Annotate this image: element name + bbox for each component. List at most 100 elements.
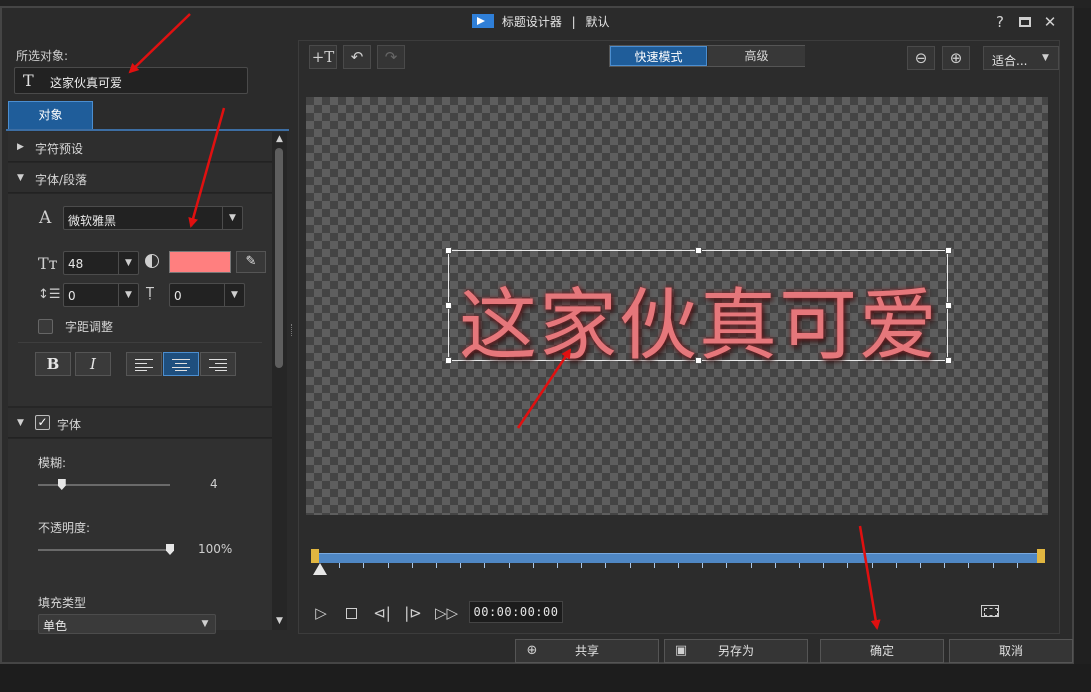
timeline-tick xyxy=(968,563,970,568)
host-app-bottom xyxy=(0,664,1091,692)
font-effect-checkbox[interactable]: ✓ xyxy=(35,415,50,430)
title-bar: 标题设计器 | 默认 ? ✕ xyxy=(2,8,1072,36)
line-spacing-select[interactable]: 0 ▼ xyxy=(63,283,139,307)
section-font-paragraph[interactable]: ▼ 字体/段落 xyxy=(8,163,272,193)
play-button[interactable]: ▷ xyxy=(311,603,331,623)
share-button[interactable]: ⊕ 共享 xyxy=(515,639,659,663)
timeline[interactable] xyxy=(311,549,1049,575)
resize-handle-s[interactable] xyxy=(695,357,702,364)
blur-slider-knob[interactable] xyxy=(57,479,66,490)
fill-type-select[interactable]: 单色 ▼ xyxy=(38,614,216,634)
section-char-preset[interactable]: ▶ 字符预设 xyxy=(8,132,272,162)
title-text-object[interactable]: 这家伙真可爱 xyxy=(445,247,952,371)
timeline-tick xyxy=(871,563,873,568)
align-right-button[interactable] xyxy=(200,352,236,376)
scroll-down-icon[interactable]: ▼ xyxy=(274,616,285,626)
insert-text-button[interactable]: +T xyxy=(309,45,337,69)
align-center-button[interactable] xyxy=(163,352,199,376)
align-left-button[interactable] xyxy=(126,352,162,376)
playhead[interactable] xyxy=(313,563,327,575)
next-frame-button[interactable]: |⊳ xyxy=(403,603,423,623)
eyedropper-icon: ✎ xyxy=(245,254,257,269)
resize-handle-w[interactable] xyxy=(445,302,452,309)
previous-frame-button[interactable]: ⊲| xyxy=(372,603,392,623)
scrollbar-thumb[interactable] xyxy=(275,148,283,368)
font-size-select[interactable]: 48 ▼ xyxy=(63,251,139,275)
zoom-in-icon: ⊕ xyxy=(949,49,963,67)
char-spacing-select[interactable]: 0 ▼ xyxy=(169,283,245,307)
timeline-tick xyxy=(484,563,486,568)
timecode-display[interactable]: 00:00:00:00 xyxy=(469,601,563,623)
safe-area-icon[interactable] xyxy=(981,605,999,617)
opacity-slider-knob[interactable] xyxy=(166,544,174,555)
stop-icon xyxy=(345,608,357,619)
save-as-label: 另存为 xyxy=(717,644,754,658)
scroll-up-icon[interactable]: ▲ xyxy=(274,134,285,144)
align-left-icon xyxy=(135,359,153,371)
timeline-bar[interactable] xyxy=(315,553,1041,568)
ok-label: 确定 xyxy=(869,644,894,658)
timeline-tick xyxy=(581,563,583,568)
font-family-value: 微软雅黑 xyxy=(68,214,117,228)
italic-button[interactable]: I xyxy=(75,352,111,376)
close-button[interactable]: ✕ xyxy=(1040,12,1060,32)
section-font-effect[interactable]: ▼ ✓ 字体 xyxy=(8,408,272,438)
timeline-tick xyxy=(605,563,607,568)
tab-object[interactable]: 对象 xyxy=(8,101,93,129)
timeline-tick xyxy=(895,563,897,568)
resize-handle-n[interactable] xyxy=(695,247,702,254)
stop-button[interactable] xyxy=(341,603,361,623)
zoom-out-button[interactable]: ⊖ xyxy=(907,46,935,70)
window-title-text: 标题设计器 xyxy=(501,15,562,29)
zoom-in-button[interactable]: ⊕ xyxy=(942,46,970,70)
preview-canvas[interactable]: 这家伙真可爱 xyxy=(306,97,1048,515)
properties-panel: 所选对象: T 这家伙真可爱 对象 ▶ 字符预设 ▼ 字体/段落 A 微软雅黑 … xyxy=(6,38,289,634)
zoom-out-icon: ⊖ xyxy=(914,49,928,67)
resize-handle-sw[interactable] xyxy=(445,357,452,364)
font-paragraph-body: A 微软雅黑 ▼ Tт 48 ▼ ✎ ↕☰ 0 ▼ Ṭ 0 ▼ 字距调整 B I xyxy=(8,194,272,406)
font-family-select[interactable]: 微软雅黑 ▼ xyxy=(63,206,243,230)
selected-object-field[interactable]: T 这家伙真可爱 xyxy=(14,67,248,94)
share-label: 共享 xyxy=(574,644,599,658)
resize-handle-nw[interactable] xyxy=(445,247,452,254)
undo-button[interactable]: ↶ xyxy=(343,45,371,69)
fast-forward-button[interactable]: ▷▷ xyxy=(435,603,459,623)
char-spacing-value: 0 xyxy=(174,289,182,303)
font-family-icon: A xyxy=(39,208,52,228)
cancel-label: 取消 xyxy=(998,644,1023,658)
timeline-tick xyxy=(436,563,437,568)
cancel-button[interactable]: 取消 xyxy=(949,639,1073,663)
close-icon: ✕ xyxy=(1043,13,1057,31)
kerning-checkbox[interactable] xyxy=(38,319,53,334)
mode-switch: 快速模式 高级 xyxy=(609,45,805,67)
fast-forward-icon: ▷▷ xyxy=(435,604,459,622)
mode-fast-tab[interactable]: 快速模式 xyxy=(610,46,707,66)
font-color-swatch[interactable] xyxy=(169,251,231,273)
resize-handle-ne[interactable] xyxy=(945,247,952,254)
next-frame-icon: |⊳ xyxy=(404,604,422,622)
help-button[interactable]: ? xyxy=(990,12,1010,32)
panel-splitter[interactable] xyxy=(291,324,294,336)
mode-advanced-tab[interactable]: 高级 xyxy=(708,46,805,66)
timeline-tick xyxy=(653,563,655,568)
timeline-tick xyxy=(339,563,341,568)
title-designer-dialog: 标题设计器 | 默认 ? ✕ 所选对象: T 这家伙真可爱 对象 ▶ 字符预设 … xyxy=(0,6,1074,664)
eyedropper-button[interactable]: ✎ xyxy=(236,251,266,273)
redo-button[interactable]: ↷ xyxy=(377,45,405,69)
bold-button[interactable]: B xyxy=(35,352,71,376)
timeline-tick xyxy=(847,563,849,568)
resize-handle-se[interactable] xyxy=(945,357,952,364)
align-center-icon xyxy=(172,359,190,371)
fill-type-label: 填充类型 xyxy=(38,596,87,610)
line-spacing-value: 0 xyxy=(68,289,76,303)
maximize-button[interactable] xyxy=(1015,12,1035,32)
timeline-end-marker[interactable] xyxy=(1037,549,1045,563)
ok-button[interactable]: 确定 xyxy=(820,639,944,663)
properties-scrollbar[interactable]: ▲ ▼ xyxy=(272,132,287,630)
zoom-fit-select[interactable]: 适合... ▼ xyxy=(983,46,1059,70)
opacity-slider[interactable] xyxy=(38,549,170,551)
timeline-start-marker[interactable] xyxy=(311,549,319,563)
resize-handle-e[interactable] xyxy=(945,302,952,309)
char-spacing-icon: Ṭ xyxy=(146,286,154,301)
save-as-button[interactable]: ▣ 另存为 xyxy=(664,639,808,663)
